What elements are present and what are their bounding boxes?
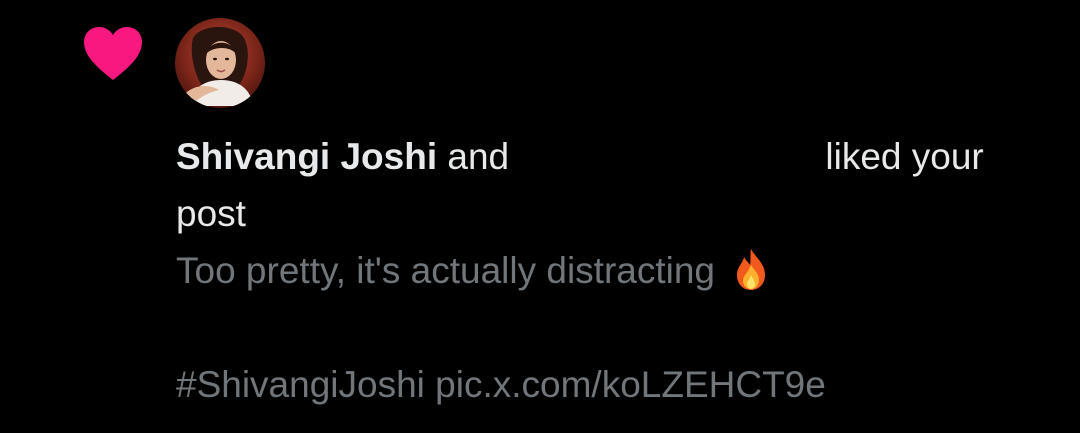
post-text: Too pretty, it's actually distracting: [176, 250, 715, 291]
heart-icon: [84, 27, 142, 80]
post-preview[interactable]: Too pretty, it's actually distracting #S…: [176, 242, 1056, 413]
post-text-line: Too pretty, it's actually distracting: [176, 242, 1056, 299]
redacted-region: [511, 135, 822, 175]
notification-headline: Shivangi Joshi and liked your post: [176, 128, 1056, 242]
like-notification[interactable]: Shivangi Joshi and liked your post Too pr…: [0, 0, 1080, 433]
post-spacer: [176, 299, 1056, 356]
avatar[interactable]: [175, 18, 265, 108]
connector-text: and: [447, 136, 508, 177]
actor-name[interactable]: Shivangi Joshi: [176, 136, 437, 177]
post-tags-line: #ShivangiJoshi pic.x.com/koLZEHCT9e: [176, 356, 1056, 413]
fire-icon: [737, 249, 766, 290]
media-link[interactable]: pic.x.com/koLZEHCT9e: [435, 364, 826, 405]
hashtag-link[interactable]: #ShivangiJoshi: [176, 364, 425, 405]
